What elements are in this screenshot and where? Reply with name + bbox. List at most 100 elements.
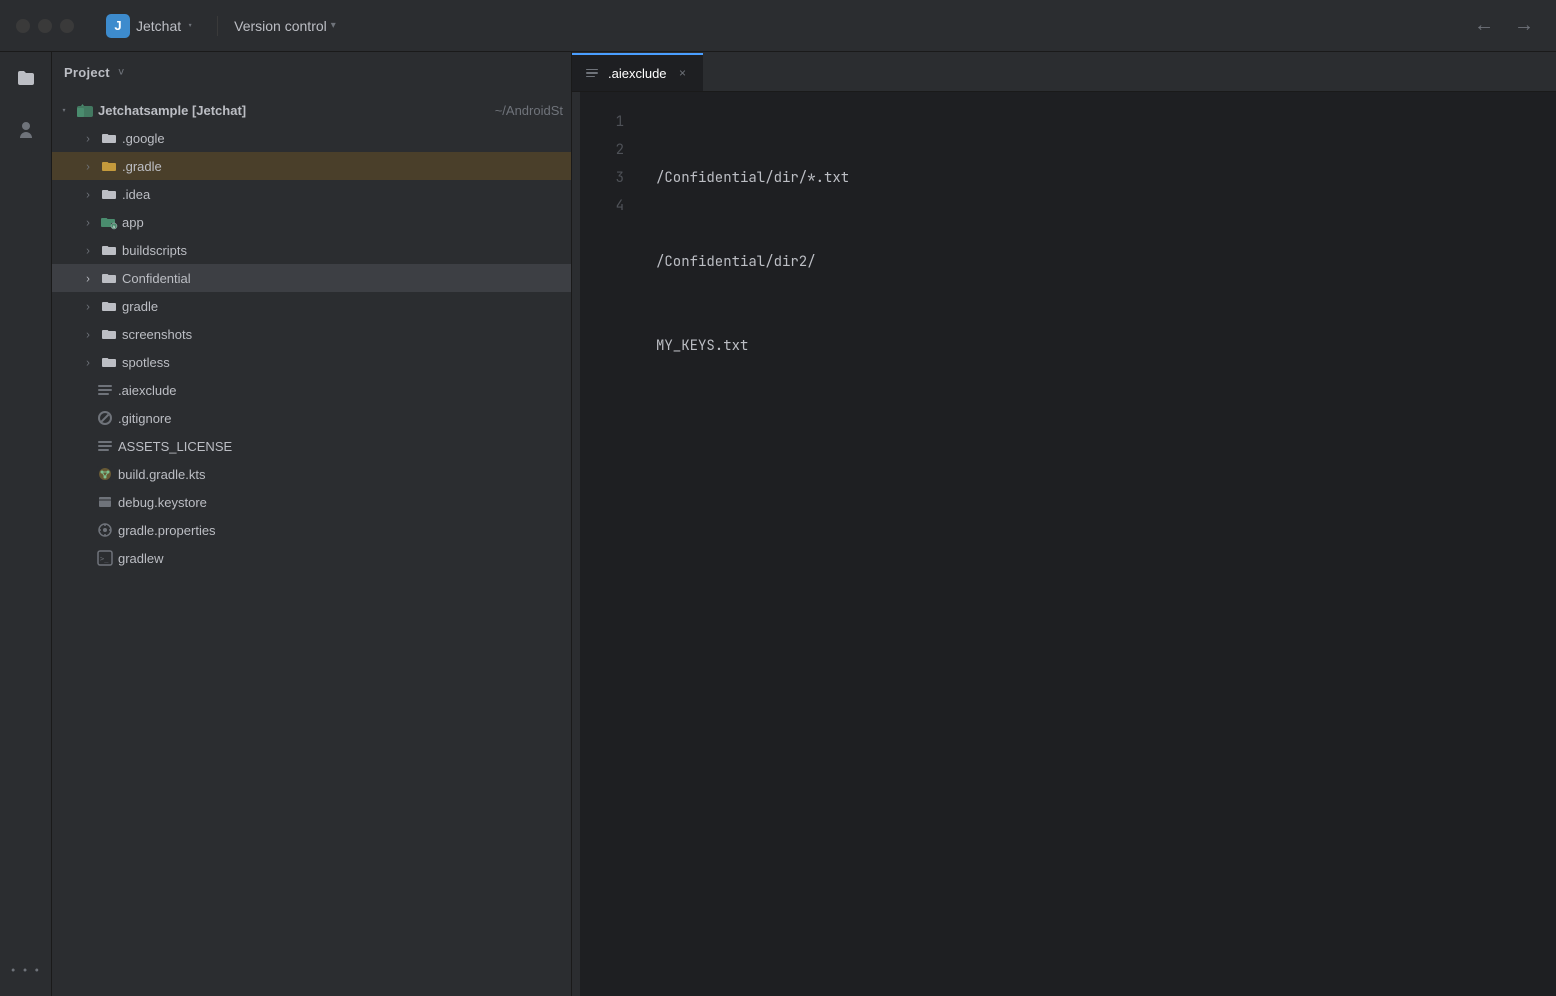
gradle-folder-icon <box>100 297 118 315</box>
build-gradle-file-icon <box>96 465 114 483</box>
root-label: Jetchatsample [Jetchat] <box>98 103 487 118</box>
build-gradle-label: build.gradle.kts <box>118 467 563 482</box>
activity-bar: ··· <box>0 52 52 996</box>
code-line-2: /Confidential/dir2/ <box>640 248 1556 276</box>
google-label: .google <box>122 131 563 146</box>
gradle-label: gradle <box>122 299 563 314</box>
sidebar: Project ∨ ▾ Jetchatsample [Jetchat] ~/An… <box>52 52 572 996</box>
confidential-folder-icon <box>100 269 118 287</box>
tree-item-screenshots[interactable]: › screenshots <box>52 320 571 348</box>
tree-item-idea[interactable]: › .idea <box>52 180 571 208</box>
activity-more-icon[interactable]: ··· <box>8 952 44 988</box>
tree-chevron-buildscripts: › <box>80 242 96 258</box>
tree-item-buildscripts[interactable]: › buildscripts <box>52 236 571 264</box>
gradlew-label: gradlew <box>118 551 563 566</box>
tree-chevron-screenshots: › <box>80 326 96 342</box>
buildscripts-folder-icon <box>100 241 118 259</box>
forward-button[interactable]: → <box>1508 12 1540 39</box>
tree-item-google[interactable]: › .google <box>52 124 571 152</box>
line-number-1: 1 <box>580 108 624 136</box>
tree-chevron-gradle-dot: › <box>80 158 96 174</box>
maximize-button[interactable] <box>60 19 74 33</box>
sidebar-chevron-icon: ∨ <box>118 65 125 79</box>
tab-bar: .aiexclude × <box>572 52 1556 92</box>
line-numbers: 1 2 3 4 <box>580 92 640 996</box>
gitignore-file-icon <box>96 409 114 427</box>
tree-item-spotless[interactable]: › spotless <box>52 348 571 376</box>
assets-license-label: ASSETS_LICENSE <box>118 439 563 454</box>
editor-area: .aiexclude × 1 2 3 4 /Confidential/dir/*… <box>572 52 1556 996</box>
code-line-1: /Confidential/dir/*.txt <box>640 164 1556 192</box>
app-label: app <box>122 215 563 230</box>
google-folder-icon <box>100 129 118 147</box>
idea-label: .idea <box>122 187 563 202</box>
code-content[interactable]: /Confidential/dir/*.txt /Confidential/di… <box>640 92 1556 996</box>
tree-chevron-google: › <box>80 130 96 146</box>
sidebar-title: Project <box>64 65 110 80</box>
minimize-button[interactable] <box>38 19 52 33</box>
screenshots-folder-icon <box>100 325 118 343</box>
version-control-label: Version control <box>234 18 327 34</box>
back-button[interactable]: ← <box>1468 12 1500 39</box>
gradle-dot-folder-icon <box>100 157 118 175</box>
tree-chevron-root: ▾ <box>56 102 72 118</box>
tree-item-debug-keystore[interactable]: debug.keystore <box>52 488 571 516</box>
assets-license-file-icon <box>96 437 114 455</box>
tree-item-confidential[interactable]: › Confidential <box>52 264 571 292</box>
tree-item-assets-license[interactable]: ASSETS_LICENSE <box>52 432 571 460</box>
root-path: ~/AndroidSt <box>495 103 563 118</box>
code-line-4 <box>640 416 1556 444</box>
version-control-chevron-icon: ▾ <box>331 20 336 31</box>
titlebar-divider <box>217 16 218 36</box>
activity-folder-icon[interactable] <box>8 60 44 96</box>
version-control-button[interactable]: Version control ▾ <box>234 18 336 34</box>
debug-keystore-label: debug.keystore <box>118 495 563 510</box>
activity-user-icon[interactable] <box>8 112 44 148</box>
debug-keystore-file-icon <box>96 493 114 511</box>
app-icon: J <box>106 14 130 38</box>
code-editor[interactable]: 1 2 3 4 /Confidential/dir/*.txt /Confide… <box>572 92 1556 996</box>
gradlew-file-icon: >_ <box>96 549 114 567</box>
sidebar-tree: ▾ Jetchatsample [Jetchat] ~/AndroidSt › <box>52 92 571 996</box>
tree-item-build-gradle-kts[interactable]: build.gradle.kts <box>52 460 571 488</box>
close-button[interactable] <box>16 19 30 33</box>
tree-item-gradle-properties[interactable]: gradle.properties <box>52 516 571 544</box>
tree-item-app[interactable]: › A app <box>52 208 571 236</box>
gradle-properties-file-icon <box>96 521 114 539</box>
svg-text:A: A <box>113 224 116 229</box>
code-line-3: MY_KEYS.txt <box>640 332 1556 360</box>
spotless-folder-icon <box>100 353 118 371</box>
app-folder-icon: A <box>100 213 118 231</box>
tree-chevron-gradle: › <box>80 298 96 314</box>
tab-aiexclude-label: .aiexclude <box>608 66 667 81</box>
tree-item-gradle-dot[interactable]: › .gradle <box>52 152 571 180</box>
idea-folder-icon <box>100 185 118 203</box>
screenshots-label: screenshots <box>122 327 563 342</box>
gitignore-label: .gitignore <box>118 411 563 426</box>
aiexclude-file-icon <box>96 381 114 399</box>
traffic-lights <box>16 19 74 33</box>
tree-chevron-spotless: › <box>80 354 96 370</box>
gradle-properties-label: gradle.properties <box>118 523 563 538</box>
tree-item-gradle[interactable]: › gradle <box>52 292 571 320</box>
svg-text:>_: >_ <box>100 555 109 563</box>
titlebar: J Jetchat ▾ Version control ▾ ← → <box>0 0 1556 52</box>
tree-item-gradlew[interactable]: >_ gradlew <box>52 544 571 572</box>
tree-item-root[interactable]: ▾ Jetchatsample [Jetchat] ~/AndroidSt <box>52 96 571 124</box>
tree-item-gitignore[interactable]: .gitignore <box>52 404 571 432</box>
main-layout: ··· Project ∨ ▾ Jetchatsample [Jetchat] <box>0 52 1556 996</box>
line-number-2: 2 <box>580 136 624 164</box>
gradle-dot-label: .gradle <box>122 159 563 174</box>
line-number-4: 4 <box>580 192 624 220</box>
buildscripts-label: buildscripts <box>122 243 563 258</box>
spotless-label: spotless <box>122 355 563 370</box>
app-switcher[interactable]: J Jetchat ▾ <box>98 10 201 42</box>
editor-gutter <box>572 92 580 996</box>
tree-item-aiexclude[interactable]: .aiexclude <box>52 376 571 404</box>
confidential-label: Confidential <box>122 271 563 286</box>
aiexclude-label: .aiexclude <box>118 383 563 398</box>
tab-aiexclude-icon <box>584 65 600 81</box>
line-number-3: 3 <box>580 164 624 192</box>
tab-close-button[interactable]: × <box>675 65 691 81</box>
tab-aiexclude[interactable]: .aiexclude × <box>572 53 703 91</box>
